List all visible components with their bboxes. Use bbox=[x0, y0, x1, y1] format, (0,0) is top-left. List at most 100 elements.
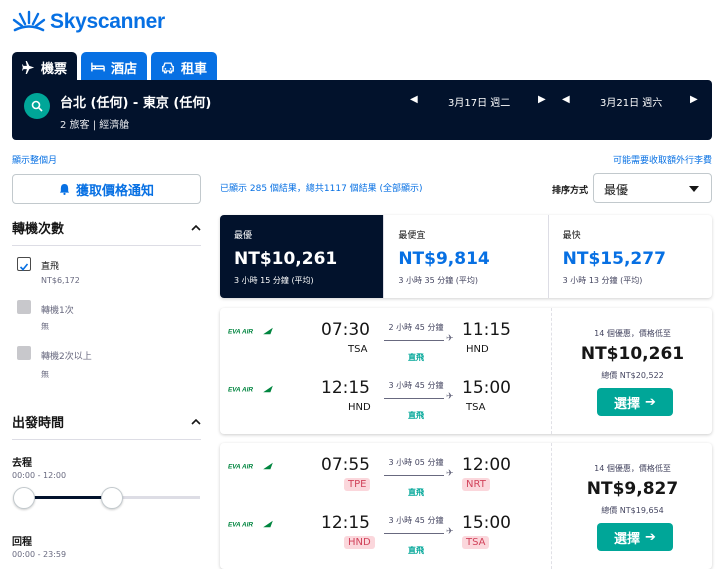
arrow-right-icon: ➔ bbox=[645, 394, 656, 410]
route-text[interactable]: 台北 (任何) - 東京 (任何) bbox=[60, 92, 211, 111]
bed-icon bbox=[91, 62, 105, 72]
direct-checkbox[interactable] bbox=[17, 257, 31, 271]
outbound-slider-end-handle[interactable] bbox=[101, 487, 123, 509]
outbound-slider-start-handle[interactable] bbox=[13, 487, 35, 509]
vertical-tabs: 機票 酒店 租車 bbox=[12, 52, 221, 82]
best-tab[interactable]: 最優 NT$10,261 3 小時 15 分鐘 (平均) bbox=[220, 215, 384, 298]
flight-result-card[interactable]: EVA AIR 07:55 TPE 3 小時 05 分鐘 ✈ 直飛 12:00 … bbox=[220, 443, 712, 569]
eva-air-logo: EVA AIR bbox=[228, 520, 273, 528]
summary-price: NT$9,814 bbox=[398, 249, 490, 269]
route-line bbox=[384, 398, 444, 399]
departure-airport: TSA bbox=[348, 344, 368, 355]
check-icon bbox=[19, 263, 29, 271]
eva-air-logo: EVA AIR bbox=[228, 327, 273, 335]
departure-time: 12:15 bbox=[321, 513, 370, 533]
direct-price: NT$6,172 bbox=[41, 276, 80, 285]
departure-airport-changed: HND bbox=[344, 536, 375, 549]
plane-icon: ✈ bbox=[446, 527, 454, 537]
select-label: 選擇 bbox=[614, 531, 641, 547]
departure-time: 12:15 bbox=[321, 378, 370, 398]
departure-time: 07:30 bbox=[321, 320, 370, 340]
price-panel: 14 個優惠，價格低至 NT$10,261 總價 NT$20,522 選擇 ➔ bbox=[551, 308, 712, 434]
return-label: 回程 bbox=[12, 537, 32, 548]
plane-icon: ✈ bbox=[446, 334, 454, 344]
summary-price: NT$15,277 bbox=[562, 249, 666, 269]
depart-next-day-button[interactable]: ▶ bbox=[538, 94, 546, 105]
airline-name: EVA AIR bbox=[228, 463, 253, 470]
tab-flights[interactable]: 機票 bbox=[12, 52, 78, 82]
passengers-cabin-text[interactable]: 2 旅客 | 經濟艙 bbox=[60, 116, 129, 131]
tab-label: 機票 bbox=[41, 61, 68, 77]
car-icon bbox=[162, 61, 174, 73]
select-label: 選擇 bbox=[614, 396, 641, 412]
arrival-airport-changed: NRT bbox=[462, 478, 490, 491]
sort-value: 最優 bbox=[604, 183, 629, 197]
price-alert-label: 獲取價格通知 bbox=[75, 183, 154, 199]
tab-label: 租車 bbox=[181, 61, 208, 77]
flight-result-card[interactable]: EVA AIR 07:30 TSA 2 小時 45 分鐘 ✈ 直飛 11:15 … bbox=[220, 308, 712, 434]
arrival-time: 15:00 bbox=[462, 513, 511, 533]
return-range: 00:00 - 23:59 bbox=[12, 550, 67, 559]
direct-label: 直飛 bbox=[41, 262, 60, 272]
airline-name: EVA AIR bbox=[228, 386, 253, 393]
outbound-label: 去程 bbox=[12, 458, 32, 469]
price: NT$10,261 bbox=[580, 344, 685, 364]
departure-times-header[interactable]: 出發時間 bbox=[12, 412, 201, 440]
eva-air-logo: EVA AIR bbox=[228, 462, 273, 470]
summary-price: NT$10,261 bbox=[234, 249, 338, 269]
price-panel: 14 個優惠，價格低至 NT$9,827 總價 NT$19,654 選擇 ➔ bbox=[551, 443, 712, 569]
summary-duration: 3 小時 13 分鐘 (平均) bbox=[562, 276, 643, 285]
sort-label: 排序方式 bbox=[552, 186, 589, 196]
two-plus-stops-checkbox[interactable] bbox=[17, 346, 31, 360]
summary-label: 最快 bbox=[562, 231, 581, 241]
departure-airport: HND bbox=[348, 402, 371, 413]
itinerary: EVA AIR 07:30 TSA 2 小時 45 分鐘 ✈ 直飛 11:15 … bbox=[220, 308, 549, 434]
stops-filter-header[interactable]: 轉機次數 bbox=[12, 218, 201, 246]
one-stop-label: 轉機1次 bbox=[41, 306, 74, 316]
outbound-leg: EVA AIR 07:30 TSA 2 小時 45 分鐘 ✈ 直飛 11:15 … bbox=[220, 308, 549, 362]
edit-search-button[interactable] bbox=[24, 93, 50, 119]
select-button[interactable]: 選擇 ➔ bbox=[597, 523, 673, 551]
cheapest-tab[interactable]: 最便宜 NT$9,814 3 小時 35 分鐘 (平均) bbox=[383, 215, 547, 298]
outbound-slider-fill bbox=[24, 496, 112, 499]
chevron-down-icon bbox=[689, 186, 699, 192]
tab-car-hire[interactable]: 租車 bbox=[151, 52, 218, 82]
airline-name: EVA AIR bbox=[228, 521, 253, 528]
flight-duration: 2 小時 45 分鐘 bbox=[388, 323, 444, 332]
stops-filter-title: 轉機次數 bbox=[12, 222, 65, 237]
chevron-up-icon bbox=[191, 224, 201, 231]
fastest-tab[interactable]: 最快 NT$15,277 3 小時 13 分鐘 (平均) bbox=[547, 215, 712, 298]
arrow-right-icon: ➔ bbox=[645, 529, 656, 545]
airline-name: EVA AIR bbox=[228, 328, 253, 335]
tab-label: 酒店 bbox=[111, 61, 138, 77]
price-alert-button[interactable]: 獲取價格通知 bbox=[12, 174, 201, 204]
summary-label: 最優 bbox=[234, 231, 253, 241]
select-button[interactable]: 選擇 ➔ bbox=[597, 388, 673, 416]
plane-icon bbox=[22, 60, 35, 74]
depart-prev-day-button[interactable]: ◀ bbox=[410, 94, 418, 105]
result-count-text[interactable]: 已顯示 285 個結果，總共1117 個結果 (全部顯示) bbox=[220, 181, 423, 194]
flight-duration: 3 小時 05 分鐘 bbox=[388, 458, 444, 467]
arrival-time: 11:15 bbox=[462, 320, 511, 340]
chevron-up-icon bbox=[191, 418, 201, 425]
one-stop-value: 無 bbox=[41, 322, 49, 331]
sunrise-logo-icon bbox=[12, 10, 46, 32]
depart-date[interactable]: 3月17日 週二 bbox=[448, 94, 510, 109]
return-next-day-button[interactable]: ▶ bbox=[690, 94, 698, 105]
show-whole-month-link[interactable]: 顯示整個月 bbox=[12, 153, 57, 166]
return-date[interactable]: 3月21日 週六 bbox=[600, 94, 662, 109]
summary-duration: 3 小時 35 分鐘 (平均) bbox=[398, 276, 479, 285]
one-stop-checkbox[interactable] bbox=[17, 300, 31, 314]
flight-duration: 3 小時 45 分鐘 bbox=[388, 381, 444, 390]
search-icon bbox=[31, 100, 43, 112]
skyscanner-logo[interactable]: Skyscanner bbox=[12, 8, 165, 36]
arrival-airport: TSA bbox=[466, 402, 486, 413]
sort-dropdown[interactable]: 最優 bbox=[593, 173, 712, 203]
extra-fees-link[interactable]: 可能需要收取額外行李費 bbox=[613, 153, 712, 166]
deals-count: 14 個優惠，價格低至 bbox=[594, 329, 671, 338]
plane-icon: ✈ bbox=[446, 469, 454, 479]
stops-text: 直飛 bbox=[408, 488, 424, 497]
stops-text: 直飛 bbox=[408, 411, 424, 420]
tab-hotels[interactable]: 酒店 bbox=[81, 52, 148, 82]
return-prev-day-button[interactable]: ◀ bbox=[562, 94, 570, 105]
